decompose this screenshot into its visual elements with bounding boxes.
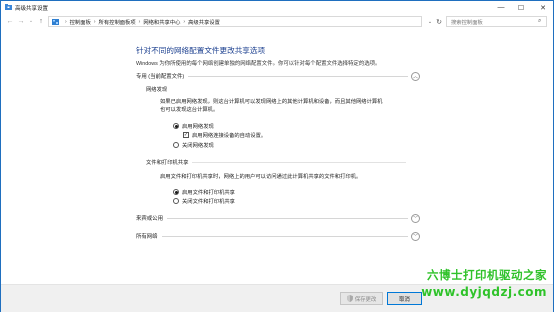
chevron-up-icon[interactable]: ︿: [411, 71, 420, 81]
network-discovery-header: 网络发现: [146, 85, 406, 93]
watermark-text: 六博士打印机驱动之家: [427, 268, 547, 282]
option-label: 启用网络发现: [182, 124, 214, 130]
profile-private-label: 专用 (当前配置文件): [136, 74, 185, 80]
close-button[interactable]: ✕: [533, 1, 553, 14]
search-box[interactable]: 搜索控制面板 ⌕: [446, 16, 547, 27]
file-printer-sharing-text: 启用文件和打印机共享时，网络上的用户可以访问通过此计算机共享的文件和打印机。: [160, 174, 362, 180]
radio-enable-file-printer-sharing[interactable]: 启用文件和打印机共享: [173, 188, 235, 196]
option-label: 启用文件和打印机共享: [182, 190, 235, 196]
up-button[interactable]: ↑: [36, 16, 46, 26]
title-bar: 高级共享设置 — ☐ ✕: [1, 1, 553, 14]
radio-enable-network-discovery[interactable]: 启用网络发现: [173, 122, 214, 130]
breadcrumb-separator: ›: [93, 18, 96, 25]
breadcrumb-separator: ›: [183, 18, 186, 25]
radio-button[interactable]: [173, 142, 179, 148]
radio-disable-file-printer-sharing[interactable]: 关闭文件和打印机共享: [173, 197, 235, 205]
refresh-button[interactable]: ↻: [434, 16, 444, 27]
minimize-button[interactable]: —: [491, 1, 511, 14]
search-input[interactable]: 搜索控制面板: [451, 18, 538, 26]
radio-button-selected[interactable]: [173, 189, 179, 195]
network-discovery-text-line2: 也可以发现这台计算机。: [160, 107, 219, 113]
settings-content: 针对不同的网络配置文件更改共享选项 Windows 为你所使用的每个网络创建单独…: [1, 30, 553, 284]
breadcrumb-separator: ›: [65, 18, 67, 25]
chevron-down-icon[interactable]: ﹀: [411, 213, 420, 223]
maximize-button[interactable]: ☐: [511, 1, 531, 14]
address-bar[interactable]: › 控制面板 › 所有控制面板项 › 网络和共享中心 › 高级共享设置: [48, 16, 422, 27]
breadcrumb-all-control-panel-items[interactable]: 所有控制面板项: [99, 18, 136, 26]
option-label: 关闭文件和打印机共享: [182, 199, 235, 205]
file-printer-sharing-header: 文件和打印机共享: [146, 158, 406, 166]
save-changes-label: 保存更改: [354, 296, 377, 303]
page-title: 针对不同的网络配置文件更改共享选项: [136, 46, 266, 55]
radio-disable-network-discovery[interactable]: 关闭网络发现: [173, 141, 214, 149]
watermark-url: www.dyjqdzj.com: [421, 285, 547, 299]
divider: [192, 161, 406, 163]
uac-shield-icon: [346, 295, 353, 302]
option-label: 启用网络连接设备的自动设置。: [192, 133, 267, 139]
control-panel-icon: [52, 18, 59, 25]
network-discovery-text-line1: 如果已启用网络发现，则这台计算机可以发现网络上的其他计算机和设备，而且其他网络计…: [160, 99, 383, 105]
checkbox-auto-setup-devices[interactable]: ✓ 启用网络连接设备的自动设置。: [183, 131, 266, 139]
chevron-down-icon[interactable]: ﹀: [411, 231, 420, 241]
breadcrumb-network-sharing-center[interactable]: 网络和共享中心: [143, 18, 180, 26]
option-label: 关闭网络发现: [182, 143, 214, 149]
advanced-sharing-settings-window: 高级共享设置 — ☐ ✕ ← → ⌄ ↑ › 控制面板 › 所有控制面板项 › …: [0, 0, 554, 312]
divider: [188, 75, 408, 77]
profile-all-networks-label: 所有网络: [136, 234, 158, 240]
breadcrumb-advanced-sharing-settings[interactable]: 高级共享设置: [188, 18, 220, 26]
breadcrumb-control-panel[interactable]: 控制面板: [70, 18, 91, 26]
save-changes-button[interactable]: 保存更改: [340, 292, 383, 305]
divider: [166, 217, 408, 219]
radio-button[interactable]: [173, 198, 179, 204]
file-printer-sharing-title: 文件和打印机共享: [146, 160, 189, 166]
forward-button[interactable]: →: [16, 16, 26, 26]
page-description: Windows 为你所使用的每个网络创建单独的网络配置文件。你可以针对每个配置文…: [136, 61, 381, 67]
divider: [161, 235, 408, 237]
window-title: 高级共享设置: [15, 6, 49, 12]
recent-locations-button[interactable]: ⌄: [26, 16, 36, 26]
back-button[interactable]: ←: [5, 16, 15, 26]
cancel-button[interactable]: 取消: [387, 292, 422, 305]
radio-button-selected[interactable]: [173, 123, 179, 129]
search-icon: ⌕: [538, 18, 542, 24]
profile-private-header[interactable]: 专用 (当前配置文件) ︿: [136, 71, 420, 81]
network-discovery-title: 网络发现: [146, 87, 168, 93]
checkbox-checked[interactable]: ✓: [183, 132, 189, 138]
network-folder-icon: [5, 4, 12, 10]
navigation-bar: ← → ⌄ ↑ › 控制面板 › 所有控制面板项 › 网络和共享中心 › 高级共…: [1, 14, 553, 29]
profile-all-networks-header[interactable]: 所有网络 ﹀: [136, 231, 420, 241]
breadcrumb-separator: ›: [138, 18, 141, 25]
profile-guest-public-label: 来宾或公用: [136, 216, 163, 222]
profile-guest-public-header[interactable]: 来宾或公用 ﹀: [136, 213, 420, 223]
